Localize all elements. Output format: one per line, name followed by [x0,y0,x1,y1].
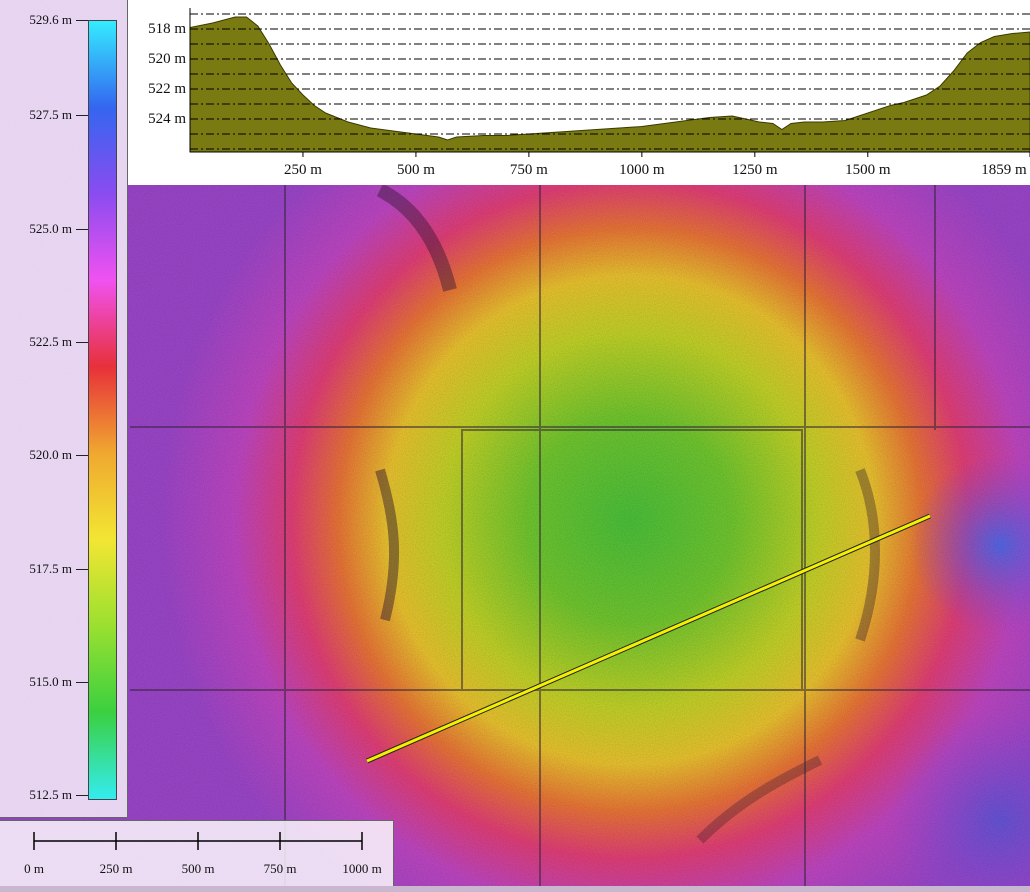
profile-y-tick-label: 522 m [148,81,186,97]
profile-x-tick-label: 250 m [283,162,322,178]
legend-tick [76,795,88,797]
legend-tick [76,115,88,117]
profile-x-tick-label: 1859 m [981,162,1027,178]
scale-bar-label: 0 m [24,861,44,876]
legend-label: 517.5 m [29,560,72,576]
legend-label: 520.0 m [29,447,72,463]
legend-label: 525.0 m [29,220,72,236]
legend-tick [76,455,88,457]
scale-bar: 0 m 250 m 500 m 750 m 1000 m [0,820,394,886]
legend-label: 512.5 m [29,787,72,803]
profile-x-tick-label: 1250 m [732,162,778,178]
profile-y-tick-label: 524 m [148,111,186,127]
scale-bar-label: 500 m [181,861,215,876]
profile-x-tick-label: 1000 m [619,162,665,178]
legend-tick [76,228,88,230]
profile-x-tick-label: 500 m [396,162,435,178]
legend-label: 529.6 m [29,12,72,27]
color-ramp [88,20,117,800]
scale-bar-label: 750 m [263,861,297,876]
legend-tick [76,682,88,684]
scale-bar-label: 250 m [99,861,133,876]
legend-label: 515.0 m [29,674,72,690]
legend-tick [76,341,88,343]
profile-chart [189,8,1030,157]
scale-bar-graphic [33,832,363,850]
profile-x-tick-label: 1500 m [845,162,891,178]
profile-y-tick-label: 518 m [148,21,186,37]
legend-label: 522.5 m [29,333,72,349]
legend-tick [76,568,88,570]
legend-tick [76,20,88,21]
legend-label: 527.5 m [29,107,72,123]
profile-area [189,16,1030,153]
elevation-profile: 524 m 522 m 520 m 518 m 250 m 500 m 750 m 1000… [128,0,1030,185]
profile-y-tick-label: 520 m [148,51,186,67]
scale-bar-label: 1000 m [342,861,382,876]
profile-x-tick-label: 750 m [509,162,548,178]
elevation-legend: 529.6 m 527.5 m 525.0 m 522.5 m 520.0 m 517.5… [0,0,128,818]
